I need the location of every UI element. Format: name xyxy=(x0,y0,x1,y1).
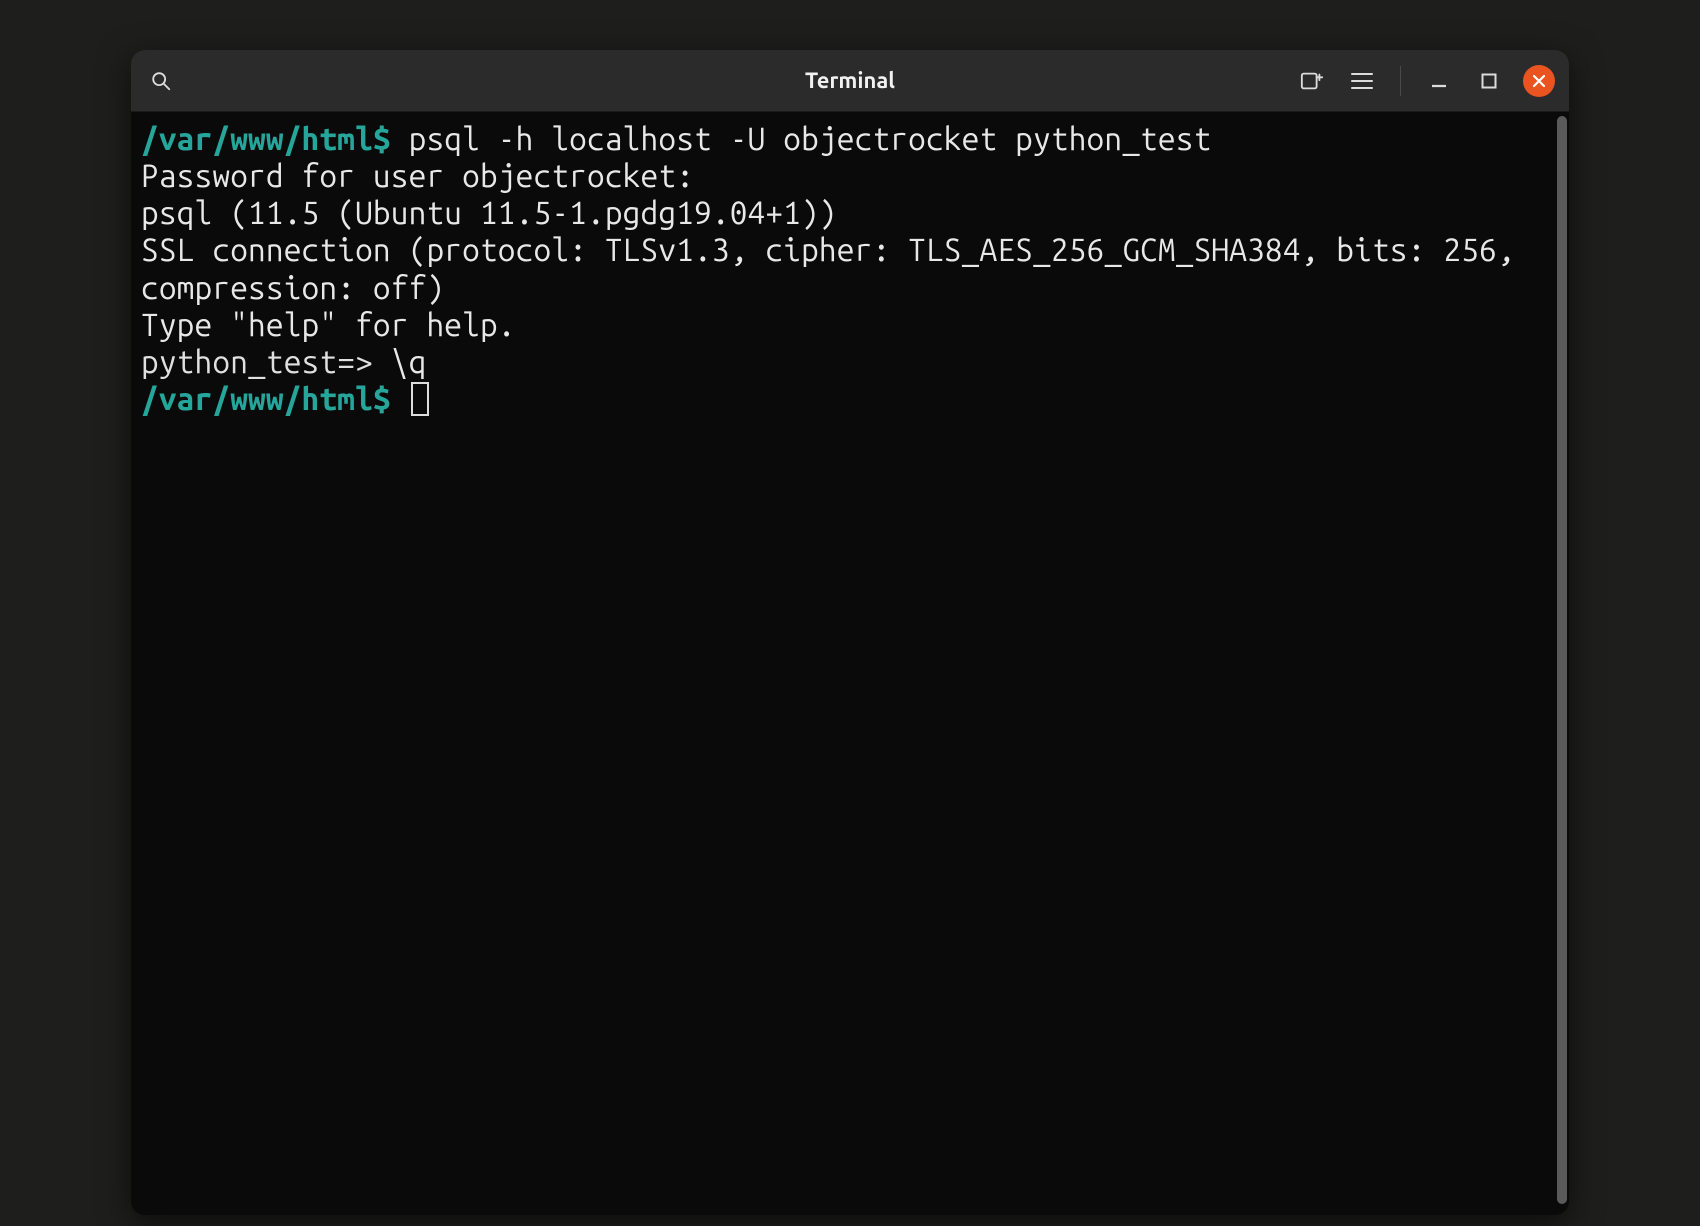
close-button[interactable] xyxy=(1523,65,1555,97)
terminal-body[interactable]: /var/www/html$ psql -h localhost -U obje… xyxy=(131,112,1569,1215)
titlebar: Terminal xyxy=(131,50,1569,112)
shell-prompt-dollar: $ xyxy=(373,381,391,416)
shell-prompt-dollar: $ xyxy=(373,121,391,156)
terminal-line: psql (11.5 (Ubuntu 11.5-1.pgdg19.04+1)) xyxy=(141,194,1563,231)
terminal-line: /var/www/html$ psql -h localhost -U obje… xyxy=(141,120,1563,157)
terminal-line: Password for user objectrocket: xyxy=(141,157,1563,194)
search-icon[interactable] xyxy=(145,65,177,97)
terminal-line: /var/www/html$ xyxy=(141,380,1563,417)
maximize-button[interactable] xyxy=(1473,65,1505,97)
scrollbar[interactable] xyxy=(1557,116,1567,1204)
new-tab-icon[interactable] xyxy=(1296,65,1328,97)
hamburger-menu-icon[interactable] xyxy=(1346,65,1378,97)
terminal-line: Type "help" for help. xyxy=(141,306,1563,343)
terminal-line: python_test=> \q xyxy=(141,343,1563,380)
shell-command: psql -h localhost -U objectrocket python… xyxy=(391,121,1212,156)
shell-prompt-path: /var/www/html xyxy=(141,381,373,416)
psql-command: \q xyxy=(373,344,427,379)
cursor xyxy=(411,382,429,416)
terminal-output: /var/www/html$ psql -h localhost -U obje… xyxy=(141,120,1563,417)
shell-prompt-path: /var/www/html xyxy=(141,121,373,156)
minimize-button[interactable] xyxy=(1423,65,1455,97)
window-title: Terminal xyxy=(805,68,895,93)
psql-prompt: python_test=> xyxy=(141,344,373,379)
terminal-window: Terminal xyxy=(131,50,1569,1215)
terminal-line: SSL connection (protocol: TLSv1.3, ciphe… xyxy=(141,231,1563,305)
titlebar-separator xyxy=(1400,66,1401,96)
